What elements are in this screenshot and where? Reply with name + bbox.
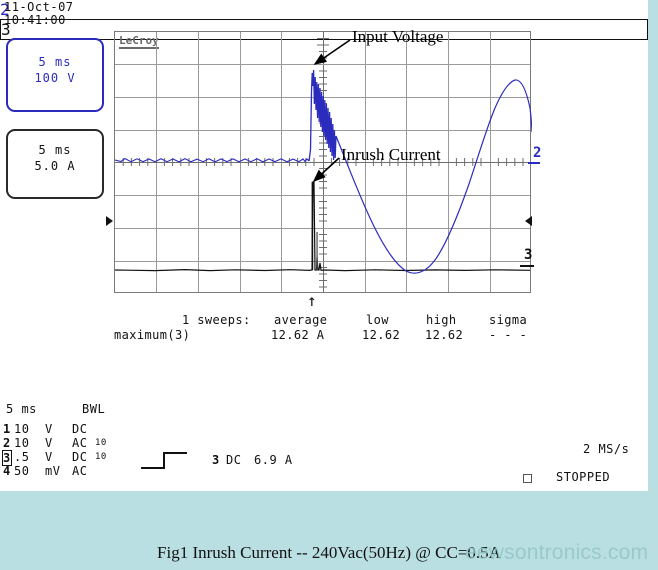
trigger-level: 6.9 A bbox=[254, 453, 293, 467]
graticule[interactable]: LeCroy bbox=[114, 31, 532, 293]
channel-3-timebase: 5 ms bbox=[38, 143, 72, 157]
trigger-source[interactable]: 3 bbox=[212, 453, 220, 467]
trace-input-voltage bbox=[115, 69, 532, 274]
sample-rate-readout: 2 MS/s bbox=[583, 442, 630, 456]
measurement-readout: 1 sweeps: average low high sigma maximum… bbox=[114, 313, 554, 343]
settings-bar: 5 ms BWL 1 10 V DC 2 10 V AC 10 3 .5 V D… bbox=[0, 396, 648, 491]
channel-1-value: 10 bbox=[14, 422, 30, 436]
site-watermark: eewsontronics.com bbox=[465, 541, 649, 564]
channel-3-coupling: DC bbox=[72, 450, 88, 464]
channel-3-edge-marker[interactable]: 3 bbox=[524, 248, 532, 262]
channel-3-probe-attenuation-icon: 10 bbox=[95, 452, 107, 462]
channel-2-probe-attenuation-icon: 10 bbox=[95, 438, 107, 448]
channel-2-value: 10 bbox=[14, 436, 30, 450]
sweeps-label: 1 sweeps: bbox=[182, 313, 251, 327]
trigger-position-arrow-icon[interactable]: ↑ bbox=[307, 293, 317, 309]
measurement-high: 12.62 bbox=[425, 328, 464, 342]
channel-3-scale: 5.0 A bbox=[34, 159, 76, 173]
channel-1-coupling: DC bbox=[72, 422, 88, 436]
channel-2-unit: V bbox=[45, 436, 53, 450]
channel-2-timebase: 5 ms bbox=[38, 55, 72, 69]
channel-3-value: .5 bbox=[14, 450, 30, 464]
measurement-low: 12.62 bbox=[362, 328, 401, 342]
measurement-sigma: - - - bbox=[489, 328, 528, 342]
channel-2-number[interactable]: 2 bbox=[3, 436, 11, 450]
acquisition-status: STOPPED bbox=[556, 470, 611, 484]
channel-2-ground-marker bbox=[528, 162, 540, 164]
channel-1-number[interactable]: 1 bbox=[3, 422, 11, 436]
channel-4-value: 50 bbox=[14, 464, 30, 478]
annotation-inrush-current: Inrush Current bbox=[341, 145, 441, 164]
channel-3-ground-marker bbox=[520, 265, 534, 267]
channel-4-number[interactable]: 4 bbox=[3, 464, 11, 478]
trigger-coupling: DC bbox=[226, 453, 242, 467]
trigger-level-marker-icon[interactable] bbox=[525, 216, 532, 226]
measurement-row: maximum(3) 12.62 A 12.62 12.62 - - - bbox=[114, 328, 554, 343]
rising-edge-trigger-icon[interactable] bbox=[141, 452, 187, 469]
channel-4-unit: mV bbox=[45, 464, 61, 478]
waveform-traces bbox=[115, 69, 532, 274]
column-sigma: sigma bbox=[489, 313, 528, 327]
measurement-average: 12.62 A bbox=[271, 328, 325, 342]
annotation-input-voltage: Input Voltage bbox=[352, 27, 444, 46]
column-low: low bbox=[366, 313, 389, 327]
oscilloscope-screenshot: 11-Oct-07 10:41:00 2 5 ms 100 V 3 5 ms 5… bbox=[0, 0, 648, 491]
channel-4-coupling: AC bbox=[72, 464, 88, 478]
measurement-header-row: 1 sweeps: average low high sigma bbox=[114, 313, 554, 328]
channel-descriptor-box-3[interactable]: 5 ms 5.0 A bbox=[6, 129, 104, 199]
stop-indicator-icon[interactable] bbox=[523, 474, 532, 483]
channel-2-scale: 100 V bbox=[34, 71, 76, 85]
channel-2-coupling: AC bbox=[72, 436, 88, 450]
channel-2-edge-marker[interactable]: 2 bbox=[533, 146, 541, 160]
timebase-readout[interactable]: 5 ms bbox=[6, 402, 37, 416]
channel-box-tag-2: 2 bbox=[0, 0, 10, 19]
left-edge-marker-icon[interactable] bbox=[106, 216, 113, 226]
column-average: average bbox=[274, 313, 328, 327]
column-high: high bbox=[426, 313, 457, 327]
channel-1-unit: V bbox=[45, 422, 53, 436]
measurement-name: maximum(3) bbox=[114, 328, 191, 342]
bwl-label: BWL bbox=[82, 402, 106, 416]
channel-3-unit: V bbox=[45, 450, 53, 464]
trace-inrush-current bbox=[115, 181, 531, 272]
acquisition-time: 10:41:00 bbox=[4, 13, 66, 27]
channel-descriptor-box-2[interactable]: 5 ms 100 V bbox=[6, 38, 104, 112]
